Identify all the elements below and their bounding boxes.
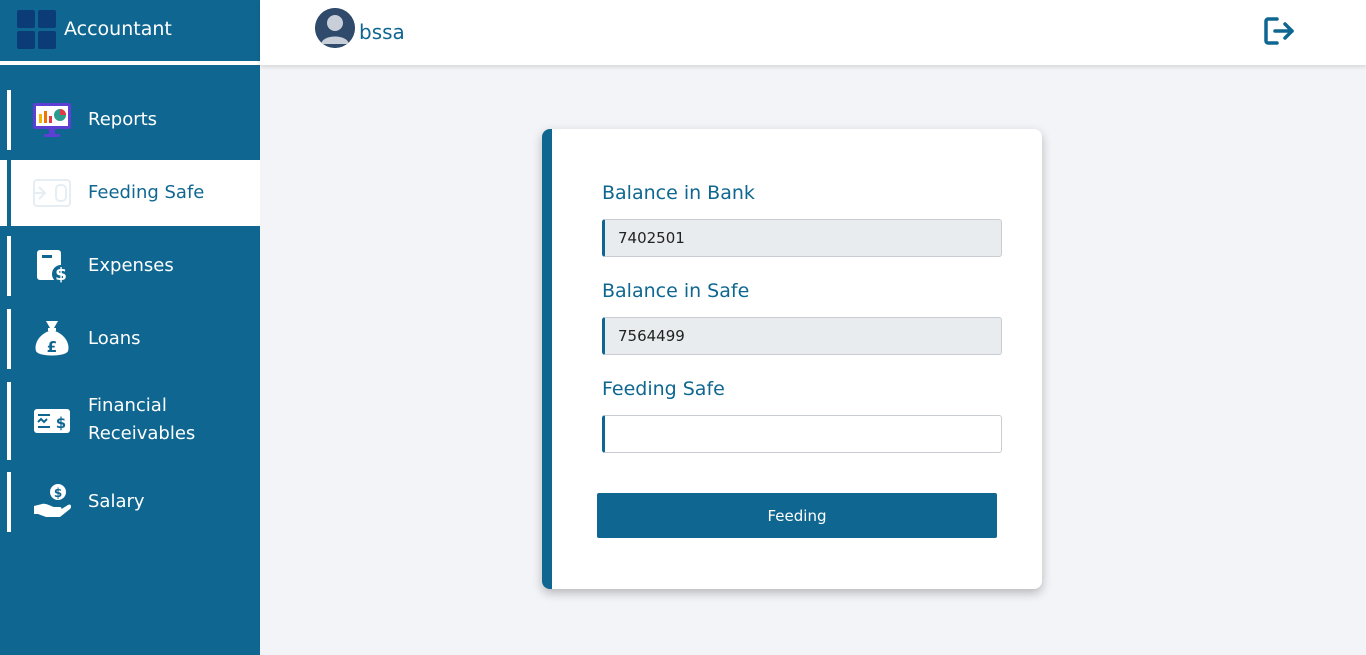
svg-text:$: $ bbox=[55, 265, 67, 285]
sidebar-item-indicator bbox=[7, 472, 11, 532]
sidebar-item-indicator bbox=[7, 382, 11, 460]
salary-hand-icon: $ bbox=[32, 482, 72, 522]
sidebar-item-label: Financial Receivables bbox=[88, 395, 196, 444]
username: bssa bbox=[359, 20, 405, 44]
sidebar: Accountant Reports Feeding Safe $ Expens… bbox=[0, 0, 260, 655]
svg-text:£: £ bbox=[47, 338, 57, 356]
sidebar-item-reports[interactable]: Reports bbox=[0, 90, 260, 150]
money-bag-pound-icon: £ bbox=[32, 319, 72, 359]
top-header: bssa bbox=[260, 0, 1366, 65]
safe-balance-label: Balance in Safe bbox=[602, 280, 750, 302]
brand-divider bbox=[0, 61, 260, 65]
user-avatar-icon bbox=[315, 8, 355, 48]
sidebar-item-expenses[interactable]: $ Expenses bbox=[0, 236, 260, 296]
reports-monitor-icon bbox=[32, 100, 72, 140]
sidebar-item-indicator bbox=[7, 160, 11, 226]
dashboard-logo-icon bbox=[17, 10, 57, 50]
bank-balance-label: Balance in Bank bbox=[602, 182, 755, 204]
bank-balance-field[interactable] bbox=[602, 219, 1002, 257]
brand[interactable]: Accountant bbox=[0, 0, 260, 60]
svg-text:$: $ bbox=[56, 414, 66, 432]
svg-text:$: $ bbox=[54, 486, 62, 500]
brand-title: Accountant bbox=[64, 18, 172, 40]
avatar[interactable] bbox=[315, 8, 355, 48]
sidebar-item-label: Reports bbox=[88, 109, 158, 130]
feeding-button[interactable]: Feeding bbox=[597, 493, 997, 538]
sidebar-item-indicator bbox=[7, 309, 11, 369]
safe-transfer-icon bbox=[32, 173, 72, 213]
feeding-amount-input[interactable] bbox=[602, 415, 1002, 453]
sidebar-item-label: Feeding Safe bbox=[88, 182, 205, 203]
sidebar-item-indicator bbox=[7, 90, 11, 150]
safe-balance-field[interactable] bbox=[602, 317, 1002, 355]
receivable-cheque-icon: $ bbox=[32, 401, 72, 441]
expenses-icon: $ bbox=[32, 246, 72, 286]
sidebar-item-label: Expenses bbox=[88, 255, 174, 276]
sidebar-item-loans[interactable]: £ Loans bbox=[0, 309, 260, 369]
sidebar-item-label: Salary bbox=[88, 491, 145, 512]
sidebar-item-label: Loans bbox=[88, 328, 141, 349]
feeding-safe-card: Balance in Bank Balance in Safe Feeding … bbox=[542, 129, 1042, 589]
sidebar-item-feeding-safe[interactable]: Feeding Safe bbox=[0, 160, 260, 226]
sidebar-item-financial-receivables[interactable]: $ Financial Receivables bbox=[0, 382, 260, 460]
feeding-safe-label: Feeding Safe bbox=[602, 378, 725, 400]
sidebar-item-salary[interactable]: $ Salary bbox=[0, 472, 260, 532]
sidebar-item-indicator bbox=[7, 236, 11, 296]
logout-icon[interactable] bbox=[1264, 16, 1298, 46]
